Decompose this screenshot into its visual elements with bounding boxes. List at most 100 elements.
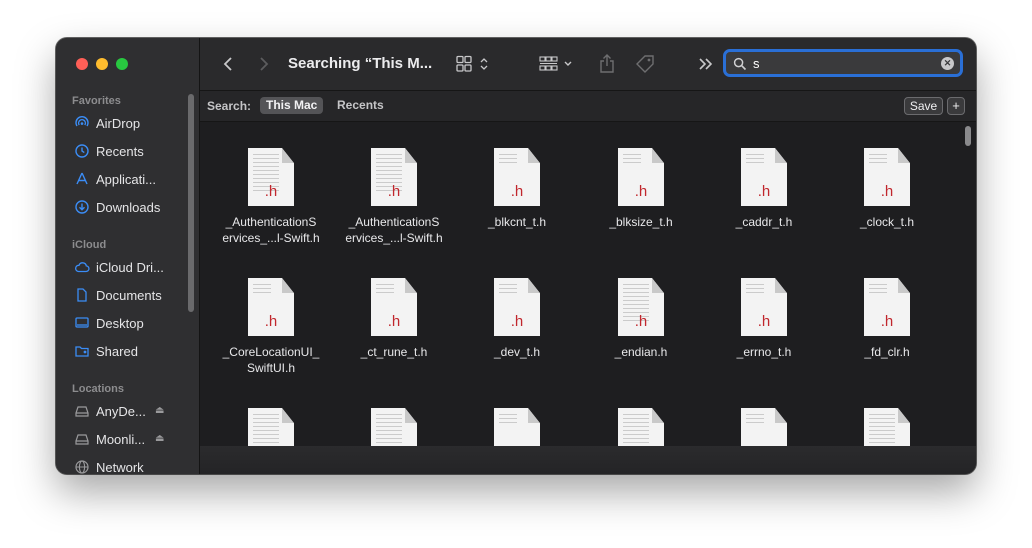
more-toolbar-button[interactable]	[695, 52, 717, 76]
file-name: SwiftUI.h	[246, 361, 295, 375]
file-name: _caddr_t.h	[735, 215, 793, 229]
file-name: _ct_rune_t.h	[360, 345, 428, 359]
header-file-icon: .h	[248, 278, 294, 336]
eject-icon[interactable]: ⏏	[155, 405, 164, 416]
status-bar	[200, 446, 976, 474]
file-name: ervices_...l-Swift.h	[345, 231, 443, 245]
results-scrollbar[interactable]	[965, 126, 971, 146]
file-icon	[248, 408, 294, 446]
sidebar-item-label: Shared	[96, 343, 138, 359]
forward-button[interactable]	[254, 52, 274, 76]
sidebar-item-label: AnyDe...	[96, 403, 146, 419]
file-item[interactable]: .h _AuthenticationS ervices_...l-Swift.h	[216, 148, 326, 246]
back-button[interactable]	[218, 52, 238, 76]
drive-icon	[74, 431, 90, 447]
file-item[interactable]	[832, 408, 942, 446]
search-scope-bar: Search: This Mac Recents Save +	[200, 91, 976, 122]
clear-search-button[interactable]: ✕	[941, 57, 954, 70]
view-mode-button[interactable]	[455, 52, 495, 76]
double-chevron-right-icon	[699, 58, 713, 70]
sidebar-item-label: Recents	[96, 143, 144, 159]
file-name: _blkcnt_t.h	[487, 215, 547, 229]
file-item[interactable]: .h _caddr_t.h	[709, 148, 819, 230]
search-scope-label: Search:	[207, 99, 252, 113]
header-file-icon: .h	[371, 278, 417, 336]
search-field[interactable]: s ✕	[723, 49, 963, 77]
file-item[interactable]: .h _errno_t.h	[709, 278, 819, 360]
sidebar-item-label: AirDrop	[96, 115, 141, 131]
sidebar-item-label: Network	[96, 459, 144, 475]
sidebar-item-desktop[interactable]: Desktop	[74, 312, 190, 334]
chevron-left-icon	[223, 57, 232, 71]
close-window-button[interactable]	[76, 58, 88, 70]
file-item[interactable]: .h _clock_t.h	[832, 148, 942, 230]
sidebar-item-downloads[interactable]: Downloads	[74, 196, 190, 218]
file-name: ervices_...l-Swift.h	[222, 231, 320, 245]
sidebar-item-documents[interactable]: Documents	[74, 284, 190, 306]
file-item[interactable]	[586, 408, 696, 446]
file-name: _AuthenticationS	[225, 215, 317, 229]
tag-icon	[636, 55, 654, 73]
file-icon	[371, 408, 417, 446]
file-icon	[494, 408, 540, 446]
download-icon	[74, 199, 90, 215]
file-item[interactable]: .h _blksize_t.h	[586, 148, 696, 230]
minimize-window-button[interactable]	[96, 58, 108, 70]
shared-folder-icon	[74, 343, 90, 359]
file-item[interactable]	[216, 408, 326, 446]
drive-icon	[74, 403, 90, 419]
file-item[interactable]: .h _ct_rune_t.h	[339, 278, 449, 360]
file-item[interactable]: .h _blkcnt_t.h	[462, 148, 572, 230]
file-item[interactable]: .h _fd_clr.h	[832, 278, 942, 360]
header-file-icon: .h	[248, 148, 294, 206]
zoom-window-button[interactable]	[116, 58, 128, 70]
scope-recents-button[interactable]: Recents	[331, 97, 390, 114]
sidebar-item-moonlight[interactable]: Moonli...	[74, 428, 190, 450]
sidebar-section-favorites: Favorites	[72, 95, 121, 107]
file-item[interactable]	[339, 408, 449, 446]
tag-button[interactable]	[632, 52, 658, 76]
eject-icon[interactable]: ⏏	[155, 433, 164, 444]
file-name: _AuthenticationS	[348, 215, 440, 229]
file-icon	[618, 408, 664, 446]
file-item[interactable]	[462, 408, 572, 446]
sidebar-item-shared[interactable]: Shared	[74, 340, 190, 362]
file-item[interactable]: .h _dev_t.h	[462, 278, 572, 360]
search-icon	[733, 57, 747, 71]
file-item[interactable]: .h _CoreLocationUI_ SwiftUI.h	[216, 278, 326, 376]
file-name: _endian.h	[614, 345, 668, 359]
scope-this-mac-button[interactable]: This Mac	[260, 97, 324, 114]
file-item[interactable]	[709, 408, 819, 446]
sidebar-item-label: Documents	[96, 287, 162, 303]
file-item[interactable]: .h _AuthenticationS ervices_...l-Swift.h	[339, 148, 449, 246]
group-button[interactable]	[538, 52, 576, 76]
share-icon	[600, 54, 614, 73]
header-file-icon: .h	[864, 148, 910, 206]
save-search-button[interactable]: Save	[904, 97, 943, 115]
window-title: Searching “This M...	[288, 55, 433, 72]
sidebar-item-label: iCloud Dri...	[96, 259, 164, 275]
header-file-icon: .h	[618, 148, 664, 206]
sidebar-item-applications[interactable]: Applicati...	[74, 168, 190, 190]
sidebar-item-airdrop[interactable]: AirDrop	[74, 112, 190, 134]
sidebar-section-locations: Locations	[72, 383, 124, 395]
sidebar-item-label: Moonli...	[96, 431, 146, 447]
header-file-icon: .h	[864, 278, 910, 336]
search-input[interactable]: s	[753, 56, 760, 71]
document-icon	[74, 287, 90, 303]
sidebar-item-recents[interactable]: Recents	[74, 140, 190, 162]
file-item[interactable]: .h _endian.h	[586, 278, 696, 360]
file-icon	[741, 408, 787, 446]
sidebar-item-icloud-drive[interactable]: iCloud Dri...	[74, 256, 190, 278]
sidebar-item-anydesk[interactable]: AnyDe...	[74, 400, 190, 422]
network-icon	[74, 459, 90, 474]
file-name: _errno_t.h	[736, 345, 792, 359]
toolbar: Searching “This M... s ✕	[200, 38, 976, 91]
add-criteria-button[interactable]: +	[947, 97, 965, 115]
icon-grid-icon	[456, 55, 488, 72]
header-file-icon: .h	[618, 278, 664, 336]
sidebar-item-network[interactable]: Network	[74, 456, 190, 474]
share-button[interactable]	[595, 52, 619, 76]
file-name: _dev_t.h	[493, 345, 541, 359]
sidebar-scrollbar[interactable]	[188, 94, 194, 312]
